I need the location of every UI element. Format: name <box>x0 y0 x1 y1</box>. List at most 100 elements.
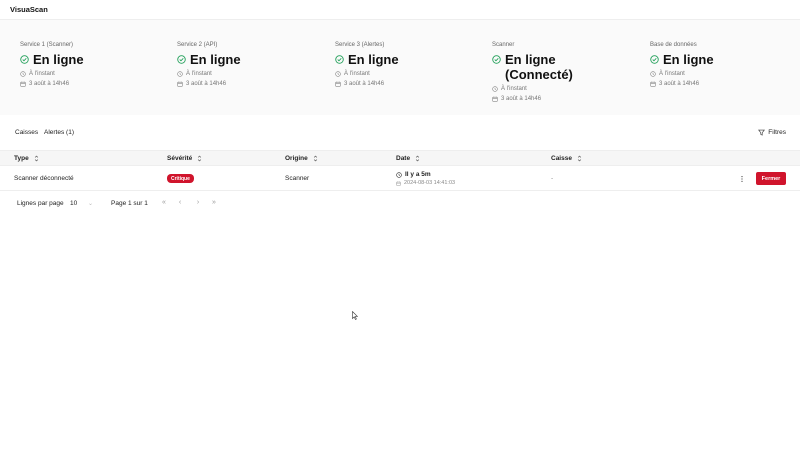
previous-page-button[interactable]: ‹ <box>176 199 184 206</box>
mouse-cursor-icon <box>352 311 358 320</box>
tab-alertes[interactable]: Alertes (1) <box>44 127 74 138</box>
filters-label: Filtres <box>768 129 786 136</box>
service-last-check: À l'instant <box>20 70 160 78</box>
service-status: En ligne <box>20 52 160 67</box>
clock-icon <box>650 71 656 77</box>
sort-icon <box>577 155 582 162</box>
tabs-bar: Caisses Alertes (1) Filtres <box>0 127 800 139</box>
date-absolute: 2024-08-03 14:41:03 <box>396 180 455 186</box>
check-circle-icon <box>492 55 501 64</box>
calendar-icon <box>650 81 656 87</box>
service-name: Service 1 (Scanner) <box>20 42 74 48</box>
service-last-check-text: À l'instant <box>186 71 212 77</box>
check-circle-icon <box>177 55 186 64</box>
clock-icon <box>177 71 183 77</box>
calendar-icon <box>492 96 498 102</box>
pagination-bar: Lignes par page 10 ⌄ Page 1 sur 1 « ‹ › … <box>0 199 800 209</box>
service-card-alertes: Service 3 (Alertes) En ligne À l'instant… <box>335 41 475 88</box>
column-header-severity[interactable]: Sévérité <box>167 155 202 162</box>
column-label: Date <box>396 155 411 162</box>
service-date: 3 août à 14h46 <box>177 80 317 88</box>
service-date-text: 3 août à 14h46 <box>501 96 542 102</box>
service-last-check: À l'instant <box>177 70 317 78</box>
cell-origin: Scanner <box>285 175 310 182</box>
app-title: VisuaScan <box>10 5 48 14</box>
next-page-button[interactable]: › <box>194 199 202 206</box>
clock-icon <box>396 171 402 178</box>
service-status: En ligne <box>335 52 475 67</box>
clock-icon <box>492 86 498 92</box>
service-status-text: En ligne <box>33 52 84 67</box>
filter-icon <box>758 129 766 136</box>
rows-per-page-label: Lignes par page <box>17 200 64 207</box>
calendar-icon <box>396 181 401 186</box>
column-label: Caisse <box>551 155 572 162</box>
cell-date: Il y a 5m 2024-08-03 14:41:03 <box>396 171 455 186</box>
cell-caisse: - <box>551 175 554 182</box>
service-date-text: 3 août à 14h46 <box>344 81 385 87</box>
sort-icon <box>34 155 38 162</box>
sort-icon <box>415 155 420 162</box>
clock-icon <box>335 71 341 77</box>
sort-icon <box>198 155 202 162</box>
column-header-date[interactable]: Date <box>396 155 420 162</box>
service-card-api: Service 2 (API) En ligne À l'instant 3 a… <box>177 41 317 88</box>
service-date: 3 août à 14h46 <box>650 80 790 88</box>
service-date-text: 3 août à 14h46 <box>659 81 700 87</box>
service-last-check-text: À l'instant <box>659 71 685 77</box>
last-page-button[interactable]: » <box>210 199 218 206</box>
more-vertical-icon[interactable] <box>738 175 746 183</box>
clock-icon <box>20 71 26 77</box>
column-header-caisse[interactable]: Caisse <box>551 155 582 162</box>
rows-per-page-select[interactable]: 10 <box>70 200 77 207</box>
service-status-text: En ligne (Connecté) <box>505 52 573 82</box>
first-page-button[interactable]: « <box>160 199 168 206</box>
service-name: Service 3 (Alertes) <box>335 42 385 48</box>
service-date: 3 août à 14h46 <box>492 95 612 103</box>
severity-badge: Critique <box>167 174 194 183</box>
service-status-text: En ligne <box>663 52 714 67</box>
calendar-icon <box>335 81 341 87</box>
check-circle-icon <box>650 55 659 64</box>
service-last-check: À l'instant <box>335 70 475 78</box>
calendar-icon <box>20 81 26 87</box>
service-last-check: À l'instant <box>492 85 612 93</box>
date-absolute-text: 2024-08-03 14:41:03 <box>404 180 456 186</box>
check-circle-icon <box>20 55 29 64</box>
column-label: Type <box>14 155 29 162</box>
tab-caisses[interactable]: Caisses <box>15 127 38 138</box>
service-date: 3 août à 14h46 <box>20 80 160 88</box>
service-card-database: Base de données En ligne À l'instant 3 a… <box>650 41 790 88</box>
service-last-check: À l'instant <box>650 70 790 78</box>
sort-icon <box>313 155 317 162</box>
date-relative: Il y a 5m <box>396 171 455 178</box>
filters-button[interactable]: Filtres <box>758 127 786 138</box>
date-relative-text: Il y a 5m <box>405 171 431 178</box>
column-header-type[interactable]: Type <box>14 155 39 162</box>
table-row[interactable]: Scanner déconnecté Critique Scanner Il y… <box>0 167 800 191</box>
page-info: Page 1 sur 1 <box>111 200 148 207</box>
column-label: Origine <box>285 155 308 162</box>
service-status-text: En ligne <box>190 52 241 67</box>
chevron-down-icon: ⌄ <box>88 201 94 207</box>
calendar-icon <box>177 81 183 87</box>
service-card-scanner: Scanner En ligne (Connecté) À l'instant … <box>492 41 612 103</box>
service-status-text: En ligne <box>348 52 399 67</box>
services-status-panel: Service 1 (Scanner) En ligne À l'instant… <box>0 20 800 115</box>
app-header: VisuaScan <box>0 0 800 20</box>
cell-type: Scanner déconnecté <box>14 175 74 182</box>
service-name: Base de données <box>650 42 697 48</box>
service-status: En ligne <box>650 52 790 67</box>
service-name: Service 2 (API) <box>177 42 218 48</box>
service-date-text: 3 août à 14h46 <box>29 81 70 87</box>
service-card-scanner-1: Service 1 (Scanner) En ligne À l'instant… <box>20 41 160 88</box>
service-date-text: 3 août à 14h46 <box>186 81 227 87</box>
column-label: Sévérité <box>167 155 193 162</box>
close-alert-button[interactable]: Fermer <box>756 172 786 185</box>
service-last-check-text: À l'instant <box>501 86 527 92</box>
service-status: En ligne <box>177 52 317 67</box>
service-last-check-text: À l'instant <box>344 71 370 77</box>
service-name: Scanner <box>492 42 515 48</box>
column-header-origin[interactable]: Origine <box>285 155 318 162</box>
check-circle-icon <box>335 55 344 64</box>
